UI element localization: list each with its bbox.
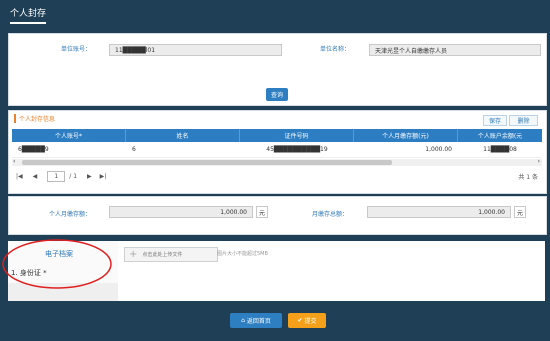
personal-amount-label: 个人月缴存额： bbox=[49, 211, 92, 218]
monthly-total-unit: 元 bbox=[514, 206, 526, 218]
tab-bar: 个人封存 bbox=[0, 0, 550, 26]
prev-page-icon[interactable]: ◀ bbox=[33, 173, 38, 180]
page-input[interactable]: 1 bbox=[47, 170, 66, 182]
size-hint: 图片大小不能超过5MB bbox=[217, 251, 268, 257]
cell-monthly: 1,000.00 bbox=[425, 146, 452, 153]
col-id: 证件号码 bbox=[240, 129, 354, 142]
first-page-icon[interactable]: |◀ bbox=[16, 173, 23, 180]
check-icon: ✔ bbox=[297, 317, 303, 324]
scroll-thumb[interactable] bbox=[22, 160, 392, 165]
cell-balance: 11████08 bbox=[483, 146, 517, 153]
personal-amount-field: 1,000.00 bbox=[109, 206, 253, 218]
scroll-right-icon[interactable]: › bbox=[538, 158, 540, 165]
unit-name-field: 天津光昱个人自缴缴存人员 bbox=[369, 44, 541, 56]
col-account: 个人账号* bbox=[12, 129, 126, 142]
delete-button[interactable]: 删除 bbox=[509, 115, 538, 126]
personal-amount-unit: 元 bbox=[256, 206, 268, 218]
back-home-label: 返回首页 bbox=[246, 318, 271, 325]
col-monthly: 个人月缴存额(元) bbox=[354, 129, 458, 142]
tab-personal-seal[interactable]: 个人封存 bbox=[10, 6, 47, 24]
submit-button[interactable]: ✔ 提交 bbox=[288, 313, 326, 328]
next-page-icon[interactable]: ▶ bbox=[87, 173, 92, 180]
table-header: 个人账号* 姓名 证件号码 个人月缴存额(元) 个人账户余额(元 bbox=[12, 129, 542, 142]
seal-info-title: 个人封存信息 bbox=[14, 114, 55, 123]
back-home-button[interactable]: ⌂ 返回首页 bbox=[230, 313, 282, 328]
scroll-left-icon[interactable]: ‹ bbox=[13, 158, 15, 165]
upload-file-button[interactable]: + 点击此处上传文件 bbox=[124, 247, 218, 262]
monthly-total-field: 1,000.00 bbox=[367, 206, 511, 218]
unit-account-label: 单位账号： bbox=[61, 46, 92, 53]
summary-panel: 个人月缴存额： 1,000.00 元 月缴存总额： 1,000.00 元 bbox=[8, 196, 547, 235]
cell-account: 6█████9 bbox=[18, 146, 49, 153]
monthly-total-label: 月缴存总额： bbox=[312, 211, 349, 218]
table-row[interactable]: 6█████9 6 45██████████19 1,000.00 11████… bbox=[12, 142, 542, 158]
cell-name: 6 bbox=[132, 146, 136, 153]
query-panel: 单位账号： 11█████l01 单位名称： 天津光昱个人自缴缴存人员 查询 bbox=[8, 33, 547, 106]
annotation-ellipse bbox=[2, 239, 112, 289]
upload-label: 点击此处上传文件 bbox=[142, 252, 183, 258]
cell-id: 45██████████19 bbox=[266, 146, 328, 153]
seal-info-panel: 个人封存信息 保存 删除 个人账号* 姓名 证件号码 个人月缴存额(元) 个人账… bbox=[8, 110, 547, 194]
home-icon: ⌂ bbox=[241, 317, 245, 324]
annotation-circle bbox=[2, 239, 112, 289]
plus-icon: + bbox=[129, 248, 138, 260]
pager: |◀ ◀ 1 / 1 ▶ ▶| 共 1 条 bbox=[12, 170, 542, 182]
query-button[interactable]: 查询 bbox=[266, 88, 288, 101]
submit-label: 提交 bbox=[304, 318, 317, 325]
unit-name-label: 单位名称： bbox=[320, 46, 351, 53]
horizontal-scrollbar[interactable]: ‹ › bbox=[12, 158, 542, 166]
unit-account-field: 11█████l01 bbox=[109, 44, 282, 56]
col-balance: 个人账户余额(元 bbox=[477, 133, 523, 140]
last-page-icon[interactable]: ▶| bbox=[100, 173, 107, 180]
col-name: 姓名 bbox=[126, 129, 240, 142]
save-button[interactable]: 保存 bbox=[483, 115, 507, 126]
total-count: 共 1 条 bbox=[518, 173, 538, 181]
total-pages: / 1 bbox=[69, 172, 78, 180]
